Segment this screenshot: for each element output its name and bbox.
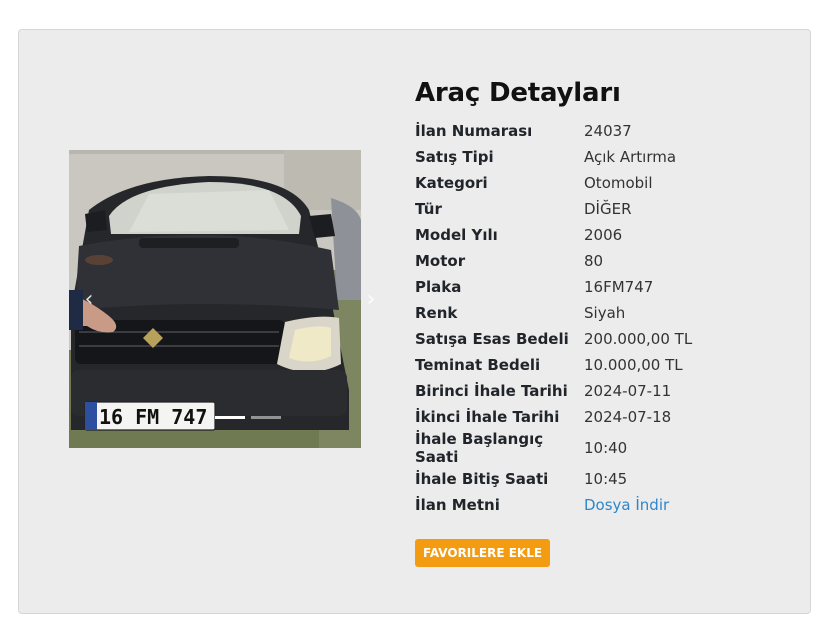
detail-value: 2006 (584, 226, 623, 244)
detail-row: Satışa Esas Bedeli 200.000,00 TL (415, 326, 692, 352)
detail-label: Kategori (415, 174, 488, 192)
detail-value: 24037 (584, 122, 632, 140)
carousel-indicator-2[interactable] (251, 416, 281, 419)
detail-row: Birinci İhale Tarihi 2024-07-11 (415, 378, 692, 404)
detail-value: DİĞER (584, 200, 632, 218)
detail-value: 200.000,00 TL (584, 330, 693, 348)
detail-row: Tür DİĞER (415, 196, 692, 222)
detail-row: Teminat Bedeli 10.000,00 TL (415, 352, 692, 378)
detail-label: İhale Başlangıç Saati (415, 430, 544, 466)
carousel-next-button[interactable]: › (351, 150, 391, 448)
detail-row: Plaka 16FM747 (415, 274, 692, 300)
carousel-prev-button[interactable]: ‹ (69, 150, 109, 448)
detail-row: Model Yılı 2006 (415, 222, 692, 248)
detail-value: Açık Artırma (584, 148, 677, 166)
detail-label: Renk (415, 304, 458, 322)
detail-row: İlan Metni Dosya İndir (415, 492, 692, 518)
detail-value-cell: Dosya İndir (584, 492, 692, 518)
detail-label: Teminat Bedeli (415, 356, 541, 374)
detail-label: Satışa Esas Bedeli (415, 330, 569, 348)
details-table: İlan Numarası 24037 Satış Tipi Açık Artırm… (415, 118, 692, 518)
detail-value: 2024-07-11 (584, 382, 672, 400)
detail-value: 80 (584, 252, 604, 270)
detail-row: İhale Bitiş Saati 10:45 (415, 466, 692, 492)
detail-value: 10:45 (584, 470, 628, 488)
detail-row: İhale Başlangıç Saati 10:40 (415, 430, 692, 466)
detail-label: Birinci İhale Tarihi (415, 382, 568, 400)
chevron-left-icon: ‹ (84, 286, 94, 312)
detail-row: İlan Numarası 24037 (415, 118, 692, 144)
carousel-indicator-1[interactable] (215, 416, 245, 419)
download-file-link[interactable]: Dosya İndir (584, 496, 669, 514)
detail-label: Tür (415, 200, 442, 218)
detail-label: Satış Tipi (415, 148, 494, 166)
detail-value: 10.000,00 TL (584, 356, 683, 374)
detail-label: Model Yılı (415, 226, 498, 244)
vehicle-photo: 16 FM 747 (69, 150, 361, 448)
carousel-indicators (215, 416, 281, 419)
detail-label: İhale Bitiş Saati (415, 470, 549, 488)
vehicle-info: Araç Detayları İlan Numarası 24037 Satış … (415, 78, 692, 518)
chevron-right-icon: › (366, 286, 376, 312)
detail-row: Renk Siyah (415, 300, 692, 326)
detail-label: Plaka (415, 278, 462, 296)
detail-label: İkinci İhale Tarihi (415, 408, 560, 426)
detail-row: Satış Tipi Açık Artırma (415, 144, 692, 170)
detail-label: İlan Numarası (415, 122, 533, 140)
detail-value: 16FM747 (584, 278, 654, 296)
vehicle-detail-card: 16 FM 747 ‹ › Araç Detayları İlan Numara… (18, 29, 811, 614)
detail-row: İkinci İhale Tarihi 2024-07-18 (415, 404, 692, 430)
detail-value: Siyah (584, 304, 626, 322)
detail-value: 2024-07-18 (584, 408, 672, 426)
svg-text:16 FM 747: 16 FM 747 (99, 405, 207, 429)
add-to-favorites-button[interactable]: FAVORILERE EKLE (415, 539, 551, 567)
detail-label: Motor (415, 252, 466, 270)
detail-value: Otomobil (584, 174, 653, 192)
vehicle-photo-carousel[interactable]: 16 FM 747 ‹ (69, 150, 361, 448)
detail-value: 10:40 (584, 439, 628, 457)
detail-row: Motor 80 (415, 248, 692, 274)
detail-row: Kategori Otomobil (415, 170, 692, 196)
page-title: Araç Detayları (415, 78, 621, 108)
detail-label: İlan Metni (415, 496, 500, 514)
